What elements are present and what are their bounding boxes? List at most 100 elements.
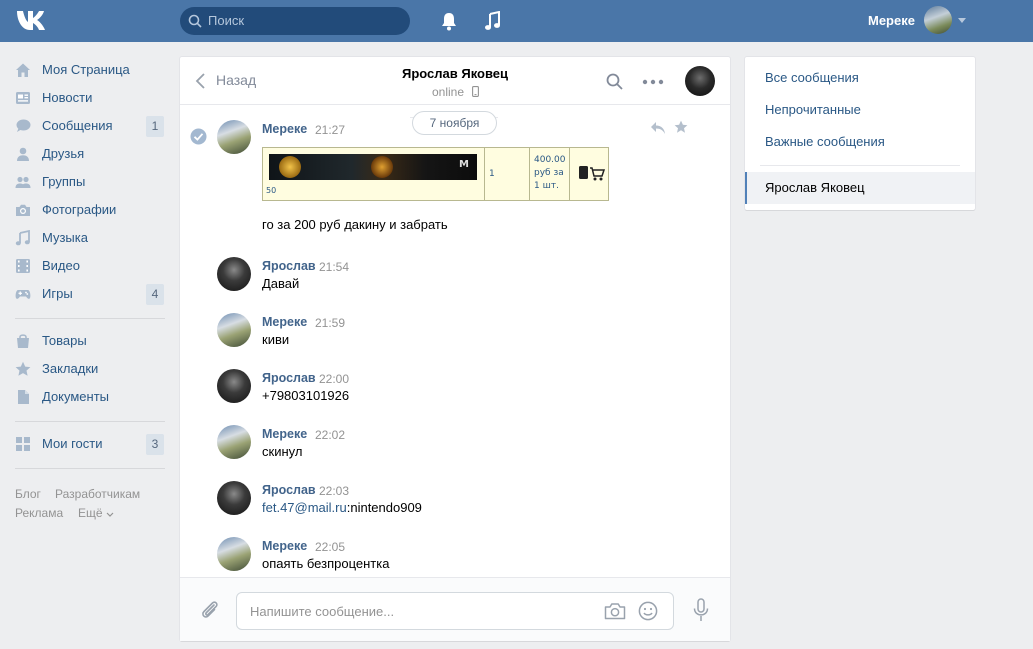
coin-icon bbox=[371, 156, 393, 178]
message-author[interactable]: Ярослав bbox=[262, 483, 316, 497]
footer-link-blog[interactable]: Блог bbox=[15, 487, 41, 501]
message-author[interactable]: Мереке bbox=[262, 427, 307, 441]
current-user-avatar[interactable] bbox=[924, 6, 952, 34]
peer-status: online bbox=[432, 85, 465, 99]
message-time: 21:27 bbox=[315, 123, 346, 137]
message-text: Давай bbox=[262, 276, 300, 291]
music-note-icon[interactable] bbox=[484, 11, 502, 31]
nav-item-news[interactable]: Новости bbox=[0, 84, 170, 112]
avatar[interactable] bbox=[217, 481, 251, 515]
game-banner-image: M bbox=[269, 154, 477, 180]
microphone-icon[interactable] bbox=[692, 598, 710, 622]
nav-divider bbox=[15, 421, 165, 422]
message-time: 21:54 bbox=[319, 260, 350, 274]
avatar[interactable] bbox=[217, 120, 251, 154]
nav-item-my-guests[interactable]: Мои гости 3 bbox=[0, 430, 170, 458]
more-chevron-down-icon[interactable] bbox=[106, 512, 114, 517]
filter-unread[interactable]: Непрочитанные bbox=[745, 94, 975, 126]
vk-logo-icon[interactable] bbox=[15, 8, 48, 34]
message-author[interactable]: Ярослав bbox=[262, 371, 316, 385]
message-text: опаять безпроцентка bbox=[262, 556, 390, 571]
current-user-name[interactable]: Мереке bbox=[868, 13, 915, 28]
attachment-cell: 1 bbox=[485, 148, 530, 200]
games-count-badge: 4 bbox=[146, 284, 164, 305]
nav-item-video[interactable]: Видео bbox=[0, 252, 170, 280]
search-in-chat-icon[interactable] bbox=[606, 73, 623, 90]
chat-window: Назад Ярослав Яковец online 7 ноября Мер… bbox=[180, 57, 730, 641]
filter-all-messages[interactable]: Все сообщения bbox=[745, 62, 975, 94]
attachment-price-qty: 1 шт. bbox=[534, 181, 559, 191]
message-time: 22:03 bbox=[319, 484, 350, 498]
avatar[interactable] bbox=[217, 537, 251, 571]
nav-item-my-page[interactable]: Моя Страница bbox=[0, 56, 170, 84]
nav-divider bbox=[15, 468, 165, 469]
nav-item-documents[interactable]: Документы bbox=[0, 383, 170, 411]
filter-important[interactable]: Важные сообщения bbox=[745, 126, 975, 158]
attached-image[interactable]: M 50 1 400.00 руб за 1 шт. bbox=[262, 147, 609, 201]
attachment-cell: M 50 bbox=[263, 148, 485, 200]
footer-link-ads[interactable]: Реклама bbox=[15, 506, 63, 520]
message-input[interactable]: Напишите сообщение... bbox=[236, 592, 674, 630]
user-menu-chevron-icon[interactable] bbox=[958, 18, 966, 23]
home-icon bbox=[16, 63, 30, 77]
messages-count-badge: 1 bbox=[146, 116, 164, 137]
footer-link-developers[interactable]: Разработчикам bbox=[55, 487, 140, 501]
more-actions-icon[interactable] bbox=[642, 79, 664, 85]
nav-item-games[interactable]: Игры 4 bbox=[0, 280, 170, 308]
email-link[interactable]: fet.47@mail.ru bbox=[262, 500, 347, 515]
paperclip-attach-icon[interactable] bbox=[200, 599, 220, 621]
nav-item-music[interactable]: Музыка bbox=[0, 224, 170, 252]
star-important-icon[interactable] bbox=[674, 120, 688, 134]
bookmarks-icon bbox=[15, 361, 31, 376]
friends-icon bbox=[17, 147, 29, 161]
message-time: 22:02 bbox=[315, 428, 346, 442]
message-author[interactable]: Мереке bbox=[262, 539, 307, 553]
message-time: 22:05 bbox=[315, 540, 346, 554]
coin-icon bbox=[279, 156, 301, 178]
message-text: +79803101926 bbox=[262, 388, 350, 403]
market-icon bbox=[17, 334, 29, 348]
messages-icon bbox=[16, 119, 31, 132]
avatar[interactable] bbox=[217, 369, 251, 403]
chat-header: Назад Ярослав Яковец online bbox=[180, 57, 730, 105]
message-time: 21:59 bbox=[315, 316, 346, 330]
notifications-bell-icon[interactable] bbox=[440, 11, 458, 31]
attachment-qty: 1 bbox=[489, 169, 495, 179]
message-text: fet.47@mail.ru:nintendo909 bbox=[262, 500, 422, 515]
nav-item-messages[interactable]: Сообщения 1 bbox=[0, 112, 170, 140]
selected-check-icon[interactable] bbox=[190, 128, 207, 145]
date-separator: 7 ноября bbox=[412, 111, 497, 135]
avatar[interactable] bbox=[217, 425, 251, 459]
attachment-cell-number: 50 bbox=[266, 186, 277, 195]
emoji-smile-icon[interactable] bbox=[638, 601, 658, 621]
music-icon bbox=[15, 230, 30, 246]
avatar[interactable] bbox=[217, 313, 251, 347]
nav-item-photos[interactable]: Фотографии bbox=[0, 196, 170, 224]
reply-icon[interactable] bbox=[650, 121, 666, 135]
active-chat-item[interactable]: Ярослав Яковец bbox=[745, 172, 975, 204]
nav-item-friends[interactable]: Друзья bbox=[0, 140, 170, 168]
message-text-rest: :nintendo909 bbox=[346, 500, 422, 515]
attachment-cell: 400.00 руб за 1 шт. bbox=[530, 148, 570, 200]
attachment-price-unit: руб за bbox=[534, 168, 564, 178]
message-author[interactable]: Ярослав bbox=[262, 259, 316, 273]
video-icon bbox=[16, 259, 30, 273]
message-author[interactable]: Мереке bbox=[262, 122, 307, 136]
news-icon bbox=[16, 92, 30, 104]
nav-divider bbox=[15, 318, 165, 319]
search-box[interactable]: Поиск bbox=[180, 7, 410, 35]
nav-item-bookmarks[interactable]: Закладки bbox=[0, 355, 170, 383]
mobile-phone-icon bbox=[472, 86, 479, 97]
footer-link-more[interactable]: Ещё bbox=[78, 506, 103, 520]
top-bar: Поиск Мереке bbox=[0, 0, 1033, 42]
camera-icon[interactable] bbox=[604, 602, 626, 620]
message-input-placeholder: Напишите сообщение... bbox=[250, 604, 395, 619]
message-time: 22:00 bbox=[319, 372, 350, 386]
dialogs-filter-panel: Все сообщения Непрочитанные Важные сообщ… bbox=[745, 57, 975, 210]
nav-item-groups[interactable]: Группы bbox=[0, 168, 170, 196]
nav-item-market[interactable]: Товары bbox=[0, 327, 170, 355]
avatar[interactable] bbox=[217, 257, 251, 291]
message-author[interactable]: Мереке bbox=[262, 315, 307, 329]
attachment-cell bbox=[570, 148, 610, 200]
peer-avatar[interactable] bbox=[685, 66, 715, 96]
